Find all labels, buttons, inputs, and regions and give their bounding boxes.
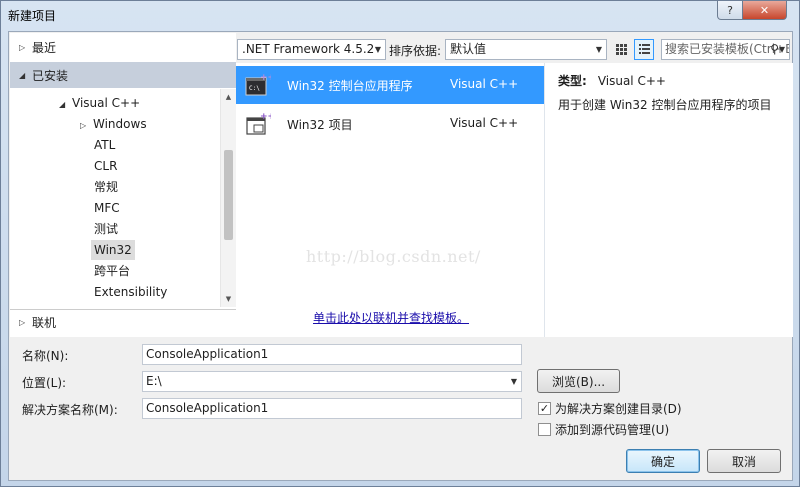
project-name-input[interactable]: ConsoleApplication1 [142,344,522,365]
type-label: 类型: [558,74,587,88]
tree-node-test[interactable]: 测试 [94,219,118,239]
name-label: 名称(N): [22,349,69,363]
category-installed-label: 已安装 [32,68,69,83]
svg-text:++: ++ [260,112,271,122]
search-templates-input[interactable]: 搜索已安装模板(Ctrl+E) ⚲▾ [661,39,790,60]
tree-scrollbar[interactable]: ▲ ▼ [220,89,236,307]
template-tree: ◢ Visual C++ ▷ Windows ATL CLR 常规 MFC 测试 W… [10,89,220,307]
tree-node-mfc[interactable]: MFC [94,198,120,218]
new-project-dialog: 新建项目 ? ✕ ▷ 最近 ◢ 已安装 ◢ Visual C++ ▷ Windows… [0,0,800,487]
create-directory-label: 为解决方案创建目录(D) [555,402,682,416]
category-panel: ▷ 最近 ◢ 已安装 ◢ Visual C++ ▷ Windows ATL CLR … [10,33,236,337]
template-description-text: 用于创建 Win32 控制台应用程序的项目 [558,98,772,112]
win32-project-icon: ++ [246,112,271,135]
template-description-panel: 类型: Visual C++ 用于创建 Win32 控制台应用程序的项目 [544,63,793,337]
search-icon[interactable]: ⚲▾ [770,40,785,59]
source-control-label: 添加到源代码管理(U) [555,423,670,437]
expand-arrow-icon: ▷ [19,318,26,327]
tree-node-windows[interactable]: ▷ Windows [80,114,147,134]
template-item-win32-project[interactable]: ++ Win32 项目 Visual C++ [236,105,544,143]
framework-select[interactable]: .NET Framework 4.5.2 ▼ [237,39,386,60]
category-recent-label: 最近 [32,40,57,55]
type-value: Visual C++ [597,74,666,88]
tree-node-visual-cpp[interactable]: ◢ Visual C++ [59,93,140,113]
tree-node-win32[interactable]: Win32 [91,240,135,260]
sort-label: 排序依据: [389,44,442,58]
svg-text:C:\: C:\ [249,85,260,92]
collapse-arrow-icon: ◢ [59,100,66,109]
template-list: C:\ ++ Win32 控制台应用程序 Visual C++ ++ Win32… [236,63,544,337]
browse-button[interactable]: 浏览(B)... [537,369,620,393]
watermark: http://blog.csdn.net/ [306,247,481,266]
location-combo[interactable]: E:\ ▼ [142,371,522,392]
dialog-title: 新建项目 [8,9,57,23]
framework-value: .NET Framework 4.5.2 [242,42,375,56]
template-name: Win32 项目 [287,118,353,132]
template-language: Visual C++ [450,77,519,91]
ok-button[interactable]: 确定 [626,449,700,473]
help-button[interactable]: ? [717,1,743,20]
list-view-button[interactable] [634,39,654,60]
small-icons-view-button[interactable] [611,39,631,60]
expand-arrow-icon: ▷ [80,121,87,130]
collapse-arrow-icon: ◢ [19,70,26,80]
category-installed[interactable]: ◢ 已安装 [10,62,236,88]
location-value: E:\ [146,374,162,388]
tree-node-clr[interactable]: CLR [94,156,117,176]
source-control-checkbox[interactable]: 添加到源代码管理(U) [538,421,669,438]
cancel-button[interactable]: 取消 [707,449,781,473]
template-type-row: 类型: Visual C++ [558,72,666,89]
template-name: Win32 控制台应用程序 [287,79,413,93]
dropdown-arrow-icon[interactable]: ▼ [511,372,517,391]
dialog-body: ▷ 最近 ◢ 已安装 ◢ Visual C++ ▷ Windows ATL CLR … [8,31,793,481]
tree-node-label: Windows [93,117,147,131]
template-toolbar: .NET Framework 4.5.2 ▼ 排序依据: 默认值 ▼ 搜索已安装… [236,33,793,63]
sort-value: 默认值 [450,42,487,56]
dropdown-arrow-icon: ▼ [595,45,602,54]
scroll-up-icon[interactable]: ▲ [221,89,236,105]
location-label: 位置(L): [22,376,67,390]
solution-name-label: 解决方案名称(M): [22,403,118,417]
checkbox-checked-icon[interactable]: ✓ [538,402,551,415]
tree-node-extensibility[interactable]: Extensibility [94,282,167,302]
close-button[interactable]: ✕ [742,1,787,20]
tree-node-label: Visual C++ [72,96,141,110]
dropdown-arrow-icon: ▼ [374,45,381,54]
solution-name-input[interactable]: ConsoleApplication1 [142,398,522,419]
list-view-icon [638,44,650,54]
template-item-win32-console[interactable]: C:\ ++ Win32 控制台应用程序 Visual C++ [236,66,544,104]
checkbox-unchecked-icon[interactable] [538,423,551,436]
console-app-icon: C:\ ++ [245,73,271,96]
template-language: Visual C++ [450,116,519,130]
tree-node-atl[interactable]: ATL [94,135,115,155]
scroll-down-icon[interactable]: ▼ [221,291,236,307]
category-online[interactable]: ▷ 联机 [10,309,236,335]
svg-text:++: ++ [260,73,271,83]
category-online-label: 联机 [32,316,57,330]
create-directory-checkbox[interactable]: ✓ 为解决方案创建目录(D) [538,400,682,417]
find-templates-online-link[interactable]: 单击此处以联机并查找模板。 [313,309,469,326]
sort-select[interactable]: 默认值 ▼ [445,39,607,60]
tree-node-general[interactable]: 常规 [94,177,118,197]
tree-node-cross-platform[interactable]: 跨平台 [94,261,130,281]
scroll-thumb[interactable] [224,150,233,240]
expand-arrow-icon: ▷ [19,42,26,52]
category-recent[interactable]: ▷ 最近 [10,34,236,60]
title-bar[interactable]: 新建项目 ? ✕ [1,1,799,29]
grid-view-icon [615,44,627,55]
